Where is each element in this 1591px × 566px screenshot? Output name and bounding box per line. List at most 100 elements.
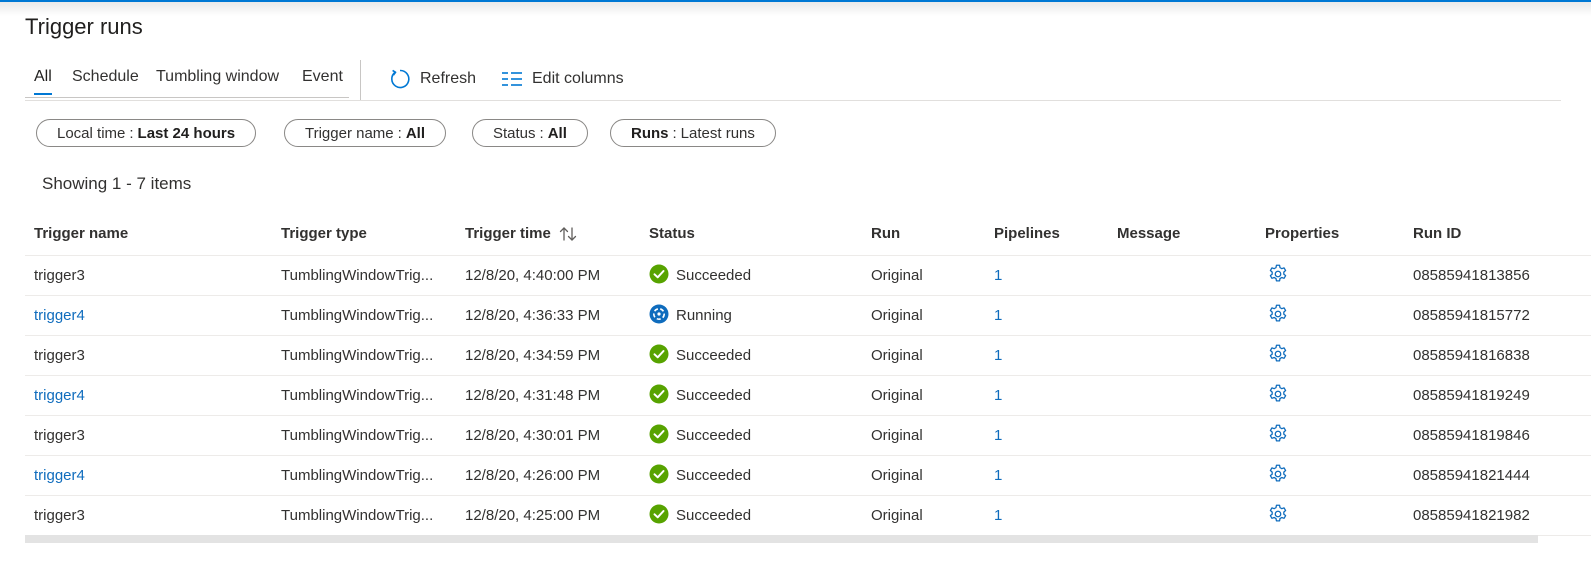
trigger-name-link[interactable]: trigger4 bbox=[34, 376, 85, 415]
properties-cell bbox=[1267, 296, 1289, 335]
gear-icon[interactable] bbox=[1267, 343, 1289, 369]
table-header-row: Trigger name Trigger type Trigger time S… bbox=[25, 212, 1591, 256]
trigger-time-cell: 12/8/20, 4:40:00 PM bbox=[465, 267, 601, 284]
filter-key: Status bbox=[493, 124, 536, 142]
run-id-cell: 08585941813856 bbox=[1413, 267, 1530, 284]
filter-key: Runs bbox=[631, 124, 669, 142]
trigger-name-link[interactable]: trigger4 bbox=[34, 456, 85, 495]
trigger-type-cell: TumblingWindowTrig... bbox=[281, 387, 434, 404]
gear-icon[interactable] bbox=[1267, 383, 1289, 409]
gear-icon[interactable] bbox=[1267, 423, 1289, 449]
column-header-trigger-time[interactable]: Trigger time bbox=[465, 212, 577, 255]
run-id-cell: 08585941819249 bbox=[1413, 387, 1530, 404]
run-id-cell: 08585941819846 bbox=[1413, 427, 1530, 444]
pipelines-link[interactable]: 1 bbox=[994, 256, 1002, 295]
sort-icon[interactable] bbox=[559, 226, 577, 242]
gear-icon[interactable] bbox=[1267, 303, 1289, 329]
tab-all[interactable]: All bbox=[34, 68, 52, 86]
table-row[interactable]: trigger3 TumblingWindowTrig... 12/8/20, … bbox=[25, 256, 1591, 296]
table-row[interactable]: trigger4 TumblingWindowTrig... 12/8/20, … bbox=[25, 456, 1591, 496]
tab-event[interactable]: Event bbox=[302, 68, 343, 86]
pipelines-link[interactable]: 1 bbox=[994, 456, 1002, 495]
column-header-message[interactable]: Message bbox=[1117, 212, 1180, 255]
check-circle-icon bbox=[649, 424, 669, 448]
trigger-name-cell: trigger3 bbox=[34, 427, 85, 444]
trigger-name-link[interactable]: trigger4 bbox=[34, 296, 85, 335]
status-text: Succeeded bbox=[676, 347, 752, 364]
check-circle-icon bbox=[649, 464, 669, 488]
run-id-cell: 08585941815772 bbox=[1413, 307, 1530, 324]
run-id-cell: 08585941821982 bbox=[1413, 507, 1530, 524]
check-circle-icon bbox=[649, 504, 669, 528]
trigger-time-cell: 12/8/20, 4:31:48 PM bbox=[465, 387, 601, 404]
column-header-trigger-type[interactable]: Trigger type bbox=[281, 212, 367, 255]
gear-icon[interactable] bbox=[1267, 503, 1289, 529]
filter-value: All bbox=[547, 124, 567, 142]
filter-value: All bbox=[405, 124, 425, 142]
column-header-run[interactable]: Run bbox=[871, 212, 900, 255]
filter-runs[interactable]: Runs: Latest runs bbox=[610, 119, 776, 147]
gear-icon[interactable] bbox=[1267, 463, 1289, 489]
trigger-time-cell: 12/8/20, 4:30:01 PM bbox=[465, 427, 601, 444]
pipelines-link[interactable]: 1 bbox=[994, 416, 1002, 455]
properties-cell bbox=[1267, 376, 1289, 415]
status-text: Succeeded bbox=[676, 267, 752, 284]
pipelines-link[interactable]: 1 bbox=[994, 376, 1002, 415]
run-cell: Original bbox=[871, 387, 923, 404]
trigger-type-cell: TumblingWindowTrig... bbox=[281, 347, 434, 364]
run-id-cell: 08585941816838 bbox=[1413, 347, 1530, 364]
run-cell: Original bbox=[871, 427, 923, 444]
column-header-pipelines[interactable]: Pipelines bbox=[994, 212, 1060, 255]
check-circle-icon bbox=[649, 264, 669, 288]
table-row[interactable]: trigger4 TumblingWindowTrig... 12/8/20, … bbox=[25, 376, 1591, 416]
run-cell: Original bbox=[871, 507, 923, 524]
pipelines-link[interactable]: 1 bbox=[994, 336, 1002, 375]
trigger-type-cell: TumblingWindowTrig... bbox=[281, 467, 434, 484]
status-text: Succeeded bbox=[676, 467, 752, 484]
filter-local-time[interactable]: Local time: Last 24 hours bbox=[36, 119, 257, 147]
column-header-status[interactable]: Status bbox=[649, 212, 695, 255]
running-icon bbox=[649, 304, 669, 328]
status-cell: Succeeded bbox=[649, 496, 751, 535]
trigger-time-header-label: Trigger time bbox=[465, 225, 551, 242]
run-id-cell: 08585941821444 bbox=[1413, 467, 1530, 484]
table-row[interactable]: trigger3 TumblingWindowTrig... 12/8/20, … bbox=[25, 496, 1591, 536]
edit-columns-button[interactable]: Edit columns bbox=[501, 66, 624, 92]
trigger-runs-table: Trigger name Trigger type Trigger time S… bbox=[25, 212, 1591, 536]
edit-columns-icon bbox=[501, 70, 523, 88]
run-cell: Original bbox=[871, 347, 923, 364]
table-row[interactable]: trigger3 TumblingWindowTrig... 12/8/20, … bbox=[25, 336, 1591, 376]
table-row[interactable]: trigger4 TumblingWindowTrig... 12/8/20, … bbox=[25, 296, 1591, 336]
status-cell: Succeeded bbox=[649, 256, 751, 295]
status-cell: Succeeded bbox=[649, 376, 751, 415]
refresh-icon bbox=[389, 68, 411, 90]
item-count-text: Showing 1 - 7 items bbox=[42, 174, 192, 193]
table-row[interactable]: trigger3 TumblingWindowTrig... 12/8/20, … bbox=[25, 416, 1591, 456]
column-header-run-id[interactable]: Run ID bbox=[1413, 212, 1461, 255]
column-header-trigger-name[interactable]: Trigger name bbox=[34, 212, 128, 255]
tab-tumbling-window[interactable]: Tumbling window bbox=[156, 68, 279, 86]
page-title: Trigger runs bbox=[25, 14, 143, 39]
toolbar: All Schedule Tumbling window Event Refre… bbox=[25, 60, 1561, 101]
status-text: Succeeded bbox=[676, 507, 752, 524]
trigger-time-cell: 12/8/20, 4:26:00 PM bbox=[465, 467, 601, 484]
gear-icon[interactable] bbox=[1267, 263, 1289, 289]
header-shadow bbox=[0, 2, 1591, 16]
filter-trigger-name[interactable]: Trigger name: All bbox=[284, 119, 446, 147]
properties-cell bbox=[1267, 496, 1289, 535]
horizontal-scrollbar[interactable] bbox=[25, 535, 1538, 543]
column-header-properties[interactable]: Properties bbox=[1265, 212, 1339, 255]
tabs-baseline bbox=[25, 97, 349, 98]
filter-value: Last 24 hours bbox=[137, 124, 236, 142]
filter-key: Trigger name bbox=[305, 124, 394, 142]
pipelines-link[interactable]: 1 bbox=[994, 296, 1002, 335]
status-cell: Succeeded bbox=[649, 336, 751, 375]
status-text: Succeeded bbox=[676, 387, 752, 404]
refresh-button[interactable]: Refresh bbox=[389, 66, 476, 92]
status-text: Succeeded bbox=[676, 427, 752, 444]
pipelines-link[interactable]: 1 bbox=[994, 496, 1002, 535]
tab-schedule[interactable]: Schedule bbox=[72, 68, 139, 86]
tab-active-indicator bbox=[34, 93, 52, 95]
trigger-name-cell: trigger3 bbox=[34, 267, 85, 284]
filter-status[interactable]: Status: All bbox=[472, 119, 588, 147]
